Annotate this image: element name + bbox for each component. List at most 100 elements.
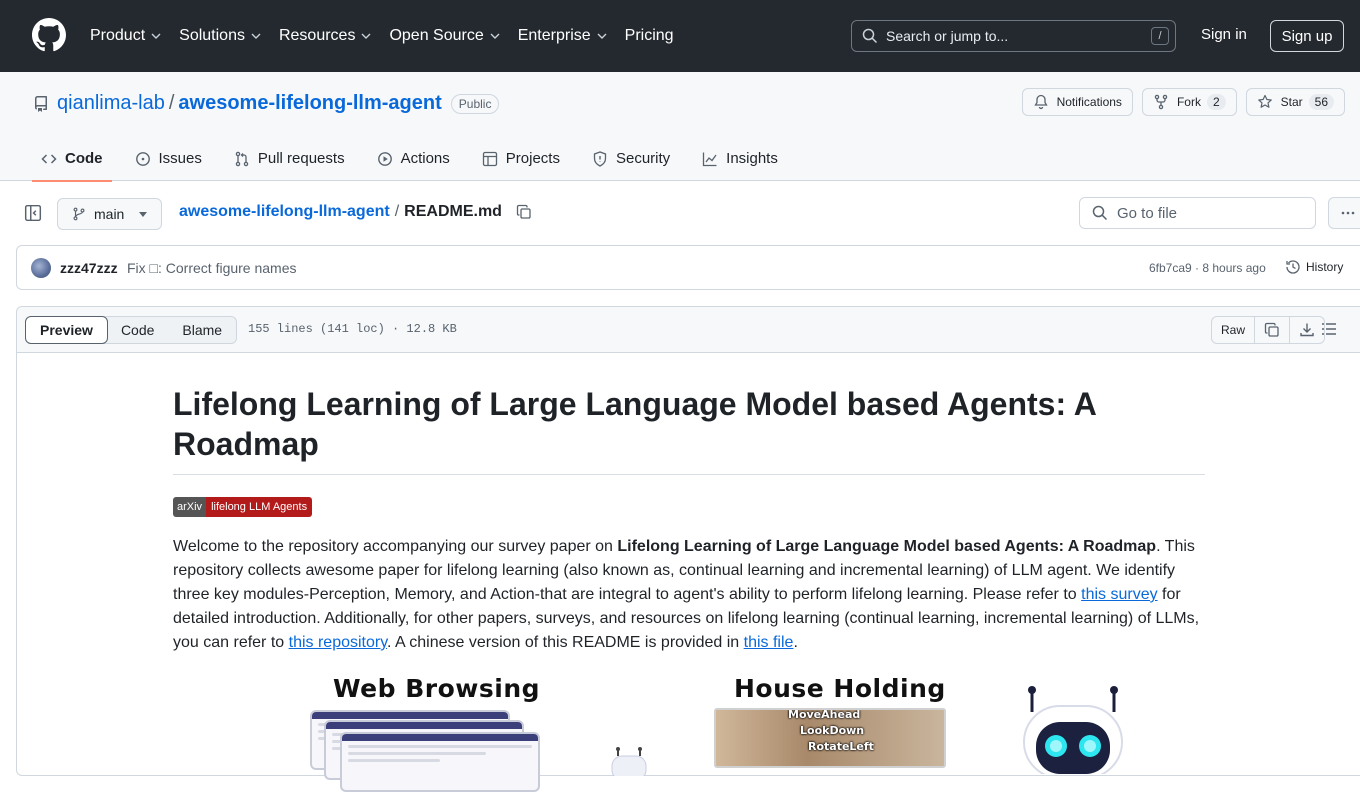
- global-header: Product Solutions Resources Open Source …: [0, 0, 1360, 72]
- preview-mode-button[interactable]: Preview: [25, 316, 108, 344]
- small-robot-illustration: [611, 747, 647, 776]
- notifications-button[interactable]: Notifications: [1021, 88, 1133, 116]
- fork-count: 2: [1206, 94, 1226, 110]
- commit-message-link[interactable]: Fix □: Correct figure names: [127, 260, 297, 276]
- blame-mode-button[interactable]: Blame: [168, 317, 236, 343]
- table-icon: [482, 151, 497, 166]
- repo-icon: [34, 95, 47, 112]
- intro-text: . A chinese version of this README is pr…: [387, 634, 744, 651]
- tab-projects[interactable]: Projects: [473, 136, 569, 181]
- intro-bold-title: Lifelong Learning of Large Language Mode…: [617, 538, 1157, 555]
- file-tools: Raw: [1211, 316, 1326, 344]
- file-navigation: main awesome-lifelong-llm-agent / README…: [0, 181, 1360, 245]
- intro-text: Welcome to the repository accompanying o…: [173, 538, 618, 555]
- nav-label: Enterprise: [517, 27, 591, 44]
- nav-enterprise[interactable]: Enterprise: [518, 27, 607, 45]
- tab-security[interactable]: Security: [583, 136, 679, 181]
- tab-label: Actions: [400, 150, 450, 167]
- search-shortcut-hint: /: [1151, 27, 1169, 45]
- nav-pricing[interactable]: Pricing: [625, 27, 674, 45]
- visibility-badge: Public: [450, 93, 500, 114]
- star-count: 56: [1308, 94, 1334, 110]
- tab-actions[interactable]: Actions: [368, 136, 459, 181]
- go-to-file-placeholder: Go to file: [1117, 204, 1178, 222]
- tab-pull-requests[interactable]: Pull requests: [225, 136, 354, 181]
- history-label: History: [1306, 260, 1344, 274]
- commit-author-link[interactable]: zzz47zzz: [60, 260, 118, 276]
- history-icon: [1286, 260, 1300, 274]
- view-mode-toggle: Preview Code Blame: [25, 316, 238, 344]
- robot-head-illustration: [1023, 686, 1123, 774]
- global-search-input[interactable]: Search or jump to... /: [851, 20, 1176, 52]
- survey-link[interactable]: this survey: [1081, 586, 1157, 603]
- star-label: Star: [1280, 95, 1303, 109]
- shield-icon: [593, 150, 607, 167]
- repository-link[interactable]: this repository: [289, 634, 387, 651]
- fork-icon: [1154, 94, 1168, 110]
- tab-label: Security: [615, 150, 671, 167]
- tab-label: Projects: [505, 150, 560, 167]
- tab-code[interactable]: Code: [32, 136, 112, 182]
- global-nav: Product Solutions Resources Open Source …: [90, 0, 692, 72]
- chevron-down-icon: [597, 33, 607, 39]
- star-button[interactable]: Star 56: [1245, 88, 1345, 116]
- author-avatar[interactable]: [31, 258, 51, 278]
- readme-figure: Web Browsing House Holding MoveAhead Loo…: [300, 672, 1160, 792]
- tab-label: Pull requests: [257, 150, 345, 167]
- code-mode-button[interactable]: Code: [107, 317, 168, 343]
- go-to-file-input[interactable]: Go to file: [1079, 197, 1316, 229]
- branch-icon: [73, 207, 85, 221]
- sidebar-toggle-icon[interactable]: [24, 204, 42, 222]
- raw-button[interactable]: Raw: [1212, 317, 1256, 343]
- tab-label: Code: [65, 150, 103, 167]
- fork-button[interactable]: Fork 2: [1141, 88, 1237, 116]
- file-info: 155 lines (141 loc) · 12.8 KB: [248, 322, 457, 336]
- nav-open-source[interactable]: Open Source: [389, 27, 500, 45]
- copy-icon: [1264, 322, 1279, 337]
- branch-name: main: [94, 206, 125, 222]
- more-options-button[interactable]: [1328, 197, 1360, 229]
- badge-label: arXiv: [173, 497, 207, 517]
- sign-in-link[interactable]: Sign in: [1201, 26, 1247, 43]
- nav-solutions[interactable]: Solutions: [179, 27, 261, 45]
- browser-window: [340, 732, 540, 792]
- copy-path-icon[interactable]: [516, 204, 532, 220]
- commit-sha-time[interactable]: 6fb7ca9 · 8 hours ago: [1149, 261, 1266, 275]
- breadcrumb-repo-link[interactable]: awesome-lifelong-llm-agent: [179, 203, 390, 221]
- github-logo-icon[interactable]: [32, 18, 66, 52]
- branch-selector[interactable]: main: [57, 198, 162, 230]
- tab-issues[interactable]: Issues: [126, 136, 211, 181]
- star-icon: [1257, 94, 1272, 108]
- repo-header: qianlima-lab / awesome-lifelong-llm-agen…: [0, 72, 1360, 182]
- house-command: LookDown: [800, 724, 865, 737]
- outline-list-icon[interactable]: [1321, 321, 1337, 337]
- breadcrumb-separator: /: [394, 203, 400, 220]
- breadcrumb: awesome-lifelong-llm-agent / README.md: [179, 203, 532, 221]
- chinese-file-link[interactable]: this file: [744, 634, 794, 651]
- nav-label: Product: [90, 27, 146, 44]
- nav-label: Solutions: [179, 27, 245, 44]
- household-scene-illustration: MoveAhead LookDown RotateLeft: [714, 708, 946, 768]
- search-placeholder: Search or jump to...: [886, 28, 1009, 44]
- nav-resources[interactable]: Resources: [279, 27, 371, 45]
- nav-label: Open Source: [389, 27, 484, 44]
- copy-raw-button[interactable]: [1255, 317, 1291, 343]
- issue-icon: [135, 151, 150, 166]
- download-button[interactable]: [1290, 317, 1324, 343]
- nav-product[interactable]: Product: [90, 27, 161, 45]
- bell-icon: [1033, 94, 1048, 110]
- sign-up-button[interactable]: Sign up: [1270, 20, 1344, 52]
- figure-title-web-browsing: Web Browsing: [333, 674, 541, 703]
- intro-text: .: [793, 634, 798, 651]
- nav-label: Resources: [278, 27, 356, 44]
- tab-insights[interactable]: Insights: [693, 136, 787, 181]
- tab-label: Insights: [726, 150, 778, 167]
- arxiv-badge[interactable]: arXiv lifelong LLM Agents: [173, 497, 313, 517]
- readme-content: Lifelong Learning of Large Language Mode…: [173, 384, 1205, 655]
- readme-title: Lifelong Learning of Large Language Mode…: [173, 384, 1205, 475]
- history-link[interactable]: History: [1285, 259, 1343, 275]
- repo-name-link[interactable]: awesome-lifelong-llm-agent: [178, 92, 441, 115]
- repo-owner-link[interactable]: qianlima-lab: [57, 92, 165, 115]
- figure-title-house-holding: House Holding: [734, 674, 946, 703]
- notifications-label: Notifications: [1056, 95, 1122, 109]
